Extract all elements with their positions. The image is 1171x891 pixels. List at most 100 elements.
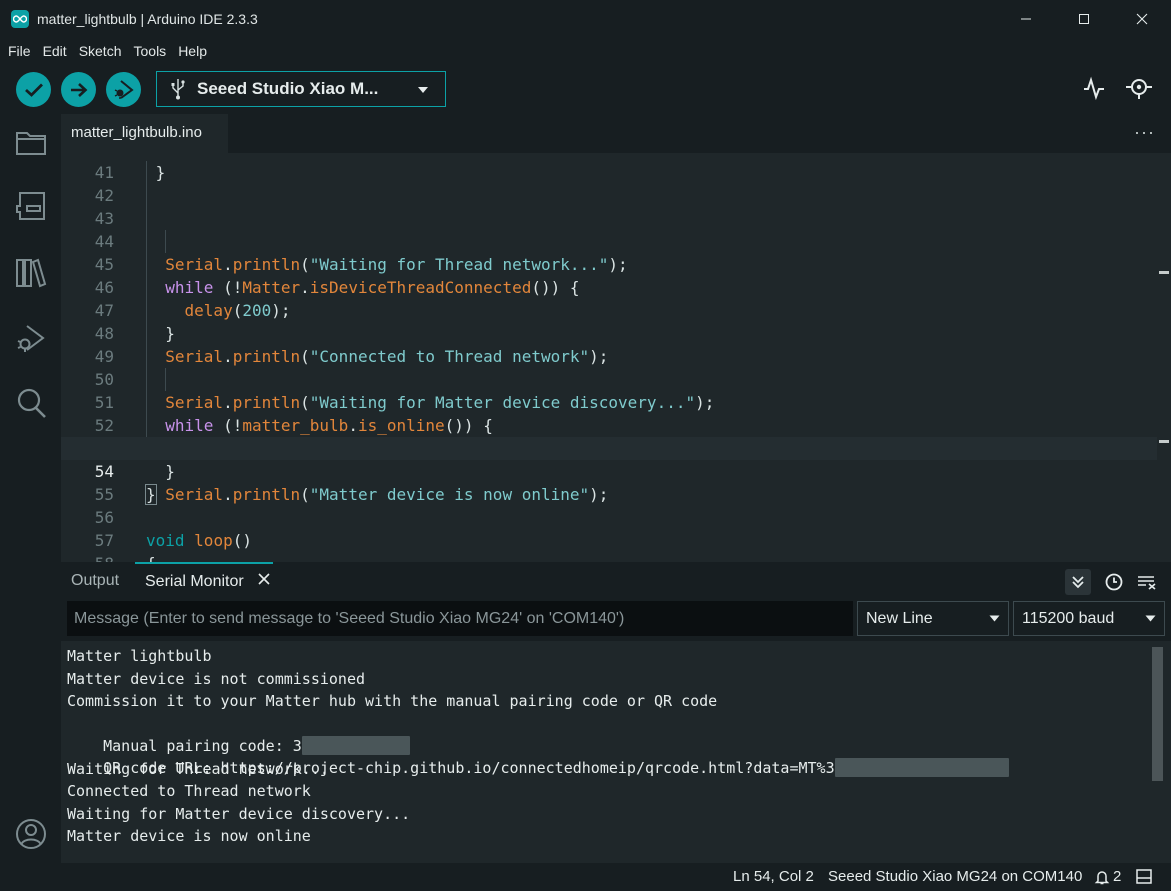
monitor-line: Waiting for Thread network... <box>67 760 329 778</box>
upload-button[interactable] <box>61 72 96 107</box>
redacted-block <box>834 758 1009 777</box>
activity-bar <box>0 114 61 863</box>
close-icon <box>1136 13 1148 25</box>
usb-icon <box>171 79 185 100</box>
serial-plotter-button[interactable] <box>1082 76 1106 105</box>
search-button[interactable] <box>14 386 48 420</box>
notifications-button[interactable]: 2 <box>1094 863 1121 891</box>
code-line: 58 static bool matter_lightbulb_last_sta… <box>61 529 1157 562</box>
menu-bar: File Edit Sketch Tools Help <box>0 38 1171 64</box>
chevron-down-icon <box>1145 615 1156 622</box>
verify-button[interactable] <box>16 72 51 107</box>
tab-output[interactable]: Output <box>71 562 119 600</box>
menu-tools[interactable]: Tools <box>128 38 173 64</box>
tab-matter-lightbulb-ino[interactable]: matter_lightbulb.ino <box>61 114 228 153</box>
line-ending-value: New Line <box>866 610 933 627</box>
menu-file[interactable]: File <box>2 38 37 64</box>
double-chevron-down-icon <box>1072 576 1084 589</box>
cursor-position[interactable]: Ln 54, Col 2 <box>733 863 814 891</box>
search-icon <box>17 388 46 418</box>
chevron-down-icon <box>418 87 428 93</box>
account-button[interactable] <box>14 817 48 851</box>
code-line: 50 while (!matter_bulb.is_online()) { <box>61 345 1157 435</box>
code-line: 57 { <box>94 531 156 562</box>
folder-icon <box>16 132 46 155</box>
monitor-scrollbar[interactable] <box>1152 647 1163 781</box>
minimize-icon <box>1021 18 1031 20</box>
overview-ruler-mark <box>1159 440 1169 443</box>
code-line: 49 Serial.println("Waiting for Matter de… <box>61 322 1157 412</box>
board-port-status[interactable]: Seeed Studio Xiao MG24 on COM140 <box>828 863 1082 891</box>
title-bar: matter_lightbulb | Arduino IDE 2.3.3 <box>0 0 1171 38</box>
sketchbook-button[interactable] <box>14 126 48 160</box>
maximize-icon <box>1079 14 1089 24</box>
code-line: 52 } <box>61 391 1157 481</box>
code-line: 51 delay(200); <box>61 368 1157 458</box>
code-line: 43 Serial.println("Waiting for Thread ne… <box>61 184 1157 274</box>
serial-message-row: New Line 115200 baud <box>61 600 1171 641</box>
timestamp-toggle[interactable] <box>1101 569 1127 595</box>
code-line: 44 while (!Matter.isDeviceThreadConnecte… <box>61 207 1157 297</box>
code-line: 47 Serial.println("Connected to Thread n… <box>61 276 1157 366</box>
monitor-line: Manual pairing code: 3 <box>67 713 410 755</box>
monitor-line: Matter device is now online <box>67 827 311 845</box>
baud-rate-select[interactable]: 115200 baud <box>1013 601 1165 636</box>
boards-manager-button[interactable] <box>14 189 48 223</box>
line-ending-select[interactable]: New Line <box>857 601 1009 636</box>
toggle-panel-button[interactable] <box>1136 869 1152 884</box>
baud-rate-value: 115200 baud <box>1022 610 1115 627</box>
debug-icon <box>17 325 45 352</box>
close-icon[interactable] <box>257 572 271 586</box>
chevron-down-icon <box>989 615 1000 622</box>
code-line: 48 <box>61 299 1157 343</box>
code-line: 45 delay(200); <box>61 230 1157 320</box>
overview-ruler-mark <box>1159 271 1169 274</box>
code-line: 56 void loop() <box>94 508 252 550</box>
more-options-icon[interactable]: ··· <box>1134 122 1155 143</box>
checkmark-icon <box>24 83 43 97</box>
code-line: 53 Serial.println("Matter device is now … <box>61 414 1157 504</box>
board-icon <box>16 192 45 220</box>
autoscroll-toggle[interactable] <box>1065 569 1091 595</box>
library-manager-button[interactable] <box>14 256 48 290</box>
bell-icon <box>1094 871 1110 885</box>
editor-tab-bar: matter_lightbulb.ino ··· <box>61 114 1171 153</box>
monitor-line: Connected to Thread network <box>67 782 311 800</box>
serial-monitor-button[interactable] <box>1124 76 1154 105</box>
serial-message-input[interactable] <box>67 601 853 636</box>
library-icon <box>16 258 47 288</box>
arduino-logo-icon <box>11 10 29 28</box>
debug-button[interactable] <box>106 72 141 107</box>
minimize-button[interactable] <box>997 0 1055 38</box>
board-name: Seeed Studio Xiao M... <box>197 79 379 98</box>
notifications-count: 2 <box>1113 868 1122 885</box>
monitor-line: QR code URL: https://project-chip.github… <box>67 735 1009 777</box>
account-icon <box>16 819 46 849</box>
maximize-button[interactable] <box>1055 0 1113 38</box>
monitor-line: Matter lightbulb <box>67 647 212 665</box>
serial-monitor-icon <box>1126 79 1152 99</box>
menu-help[interactable]: Help <box>172 38 213 64</box>
panel-layout-icon <box>1136 869 1152 884</box>
code-line: 55 <box>94 485 114 504</box>
clear-output-button[interactable] <box>1134 569 1160 595</box>
debug-panel-button[interactable] <box>14 322 48 356</box>
menu-edit[interactable]: Edit <box>37 38 73 64</box>
close-window-button[interactable] <box>1113 0 1171 38</box>
arrow-right-icon <box>70 82 87 97</box>
status-bar: Ln 54, Col 2 Seeed Studio Xiao MG24 on C… <box>0 863 1171 891</box>
tab-serial-monitor[interactable]: Serial Monitor <box>135 562 273 600</box>
current-code-line: 54 } <box>61 437 1157 505</box>
window-title: matter_lightbulb | Arduino IDE 2.3.3 <box>37 11 258 27</box>
plotter-icon <box>1084 76 1104 101</box>
panel-tab-bar: Output Serial Monitor <box>61 562 1171 600</box>
monitor-line: Commission it to your Matter hub with th… <box>67 692 718 710</box>
clear-list-icon <box>1138 576 1156 590</box>
menu-sketch[interactable]: Sketch <box>73 38 128 64</box>
code-line: 41 } <box>94 163 166 182</box>
board-selector[interactable]: Seeed Studio Xiao M... <box>156 71 446 107</box>
serial-monitor-output[interactable]: Matter lightbulb Matter device is not co… <box>61 641 1171 863</box>
code-line: 42 <box>61 161 1157 205</box>
code-editor[interactable]: 41 } 42 43 Serial.println("Waiting for T… <box>61 153 1171 562</box>
toolbar: Seeed Studio Xiao M... <box>0 64 1171 114</box>
